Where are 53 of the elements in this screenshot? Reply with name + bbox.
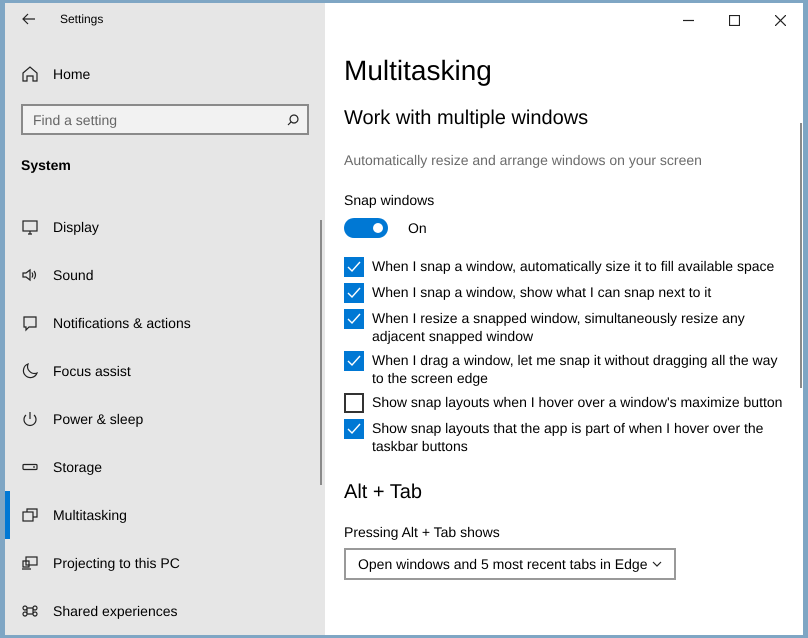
- power-icon: [21, 410, 39, 428]
- dropdown[interactable]: Open windows and 5 most recent tabs in Edge: [344, 548, 676, 580]
- toggle-label: Snap windows: [344, 192, 436, 208]
- section-heading: Work with multiple windows: [344, 107, 590, 130]
- checkmark-icon: [347, 287, 361, 299]
- sidebar-item[interactable]: Power & sleep: [5, 395, 325, 444]
- sidebar-item[interactable]: Multitasking: [5, 491, 325, 540]
- search-icon: [287, 114, 299, 126]
- checkbox-label: When I resize a snapped window, simultaneously resize any adjacent snapped window: [372, 309, 746, 345]
- checkmark-icon: [347, 355, 361, 367]
- sidebar-item[interactable]: Storage: [5, 443, 325, 492]
- scrollbar[interactable]: [800, 123, 802, 388]
- sidebar-item[interactable]: Sound: [5, 251, 325, 300]
- checkbox[interactable]: [344, 309, 364, 329]
- sidebar-item[interactable]: Notifications & actions: [5, 299, 325, 348]
- sidebar-item[interactable]: Display: [5, 203, 325, 252]
- checkbox-label: Show snap layouts that the app is part of when I hover over the taskbar buttons: [372, 419, 764, 455]
- scrollbar[interactable]: [320, 220, 322, 485]
- checkbox-label: When I drag a window, let me snap it without dragging all the way to the screen edge: [372, 351, 778, 387]
- page-title: Multitasking: [344, 55, 493, 88]
- notifications-icon: [21, 314, 39, 332]
- home-icon: [21, 65, 39, 84]
- search-field[interactable]: Find a setting: [21, 104, 309, 136]
- section-description: Automatically resize and arrange windows on your screen: [344, 152, 703, 168]
- multitasking-icon: [21, 506, 39, 524]
- checkbox[interactable]: [344, 257, 364, 277]
- checkbox[interactable]: [344, 393, 364, 413]
- section-title: System: [20, 156, 72, 176]
- checkmark-icon: [347, 261, 361, 273]
- checkbox[interactable]: [344, 283, 364, 303]
- checkmark-icon: [347, 313, 361, 325]
- sidebar-item[interactable]: Shared experiences: [5, 587, 325, 636]
- checkbox-label: When I snap a window, automatically size it to fill available space: [372, 257, 776, 275]
- display-icon: [21, 218, 39, 236]
- checkbox[interactable]: [344, 419, 364, 439]
- toggle-switch[interactable]: [344, 218, 388, 238]
- maximize-icon: [728, 14, 740, 26]
- projecting-icon: [21, 554, 39, 572]
- back-arrow-icon[interactable]: [22, 12, 36, 25]
- checkbox-label: When I snap a window, show what I can snap next to it: [372, 283, 712, 301]
- chevron-down-icon: [652, 561, 662, 567]
- section-heading: Alt + Tab: [344, 481, 424, 504]
- checkbox-label: Show snap layouts when I hover over a window's maximize button: [372, 393, 784, 411]
- sidebar-item[interactable]: Focus assist: [5, 347, 325, 396]
- sidebar-item[interactable]: Projecting to this PC: [5, 539, 325, 588]
- home-item[interactable]: Home: [5, 52, 325, 96]
- window-title: Settings: [60, 12, 104, 26]
- toggle-state: On: [408, 220, 427, 236]
- moon-icon: [21, 362, 39, 380]
- dropdown-label: Pressing Alt + Tab shows: [344, 524, 501, 540]
- checkbox[interactable]: [344, 351, 364, 371]
- checkmark-icon: [347, 423, 361, 435]
- close-icon: [774, 14, 786, 26]
